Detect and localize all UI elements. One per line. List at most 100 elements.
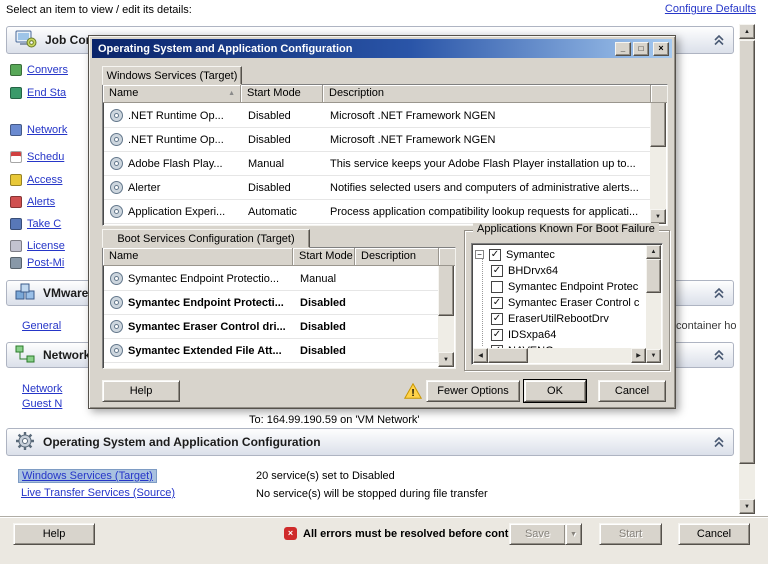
fewer-options-button[interactable]: Fewer Options — [426, 380, 520, 402]
scroll-down-icon[interactable]: ▼ — [739, 499, 755, 514]
tree-item-row[interactable]: Symantec Endpoint Protec — [491, 279, 638, 294]
collapse-chevron-icon[interactable] — [713, 35, 725, 46]
collapse-chevron-icon[interactable] — [713, 437, 725, 448]
scroll-up-icon[interactable]: ▲ — [739, 24, 755, 39]
service-gear-icon — [110, 157, 123, 170]
column-header-start-mode[interactable]: Start Mode — [241, 85, 323, 103]
tree-item-label[interactable]: BHDrvx64 — [508, 265, 558, 277]
table-row[interactable]: .NET Runtime Op... Disabled Microsoft .N… — [104, 104, 650, 128]
checkbox[interactable] — [491, 281, 503, 293]
scroll-down-icon[interactable]: ▼ — [650, 209, 666, 224]
table-row[interactable]: Adobe Flash Play... Manual This service … — [104, 152, 650, 176]
sidebar-link-alerts[interactable]: Alerts — [27, 196, 55, 208]
save-dropdown-button[interactable]: ▼ — [565, 523, 582, 545]
table-row[interactable]: .NET Runtime Op... Disabled Microsoft .N… — [104, 128, 650, 152]
windows-services-link[interactable]: Windows Services (Target) — [18, 469, 157, 483]
column-header-name[interactable]: Name — [103, 248, 293, 266]
cell-name: Application Experi... — [128, 206, 225, 218]
table-row[interactable]: Symantec Eraser Control dri... Disabled — [104, 315, 438, 339]
sidebar-link-end-states[interactable]: End Sta — [27, 87, 66, 99]
sidebar-link-take-control[interactable]: Take C — [27, 218, 61, 230]
tree-item-row[interactable]: ✓ EraserUtilRebootDrv — [491, 311, 609, 326]
column-header-description[interactable]: Description — [355, 248, 439, 266]
tree-item-label[interactable]: EraserUtilRebootDrv — [508, 313, 609, 325]
collapse-chevron-icon[interactable] — [713, 350, 725, 361]
tree-item-row[interactable]: ✓ Symantec Eraser Control c — [491, 295, 639, 310]
table-row[interactable]: Symantec Extended File Att... Disabled — [104, 339, 438, 363]
schedule-icon — [10, 151, 22, 163]
tree-item-label[interactable]: Symantec — [506, 249, 555, 261]
guest-nic-link[interactable]: Guest N — [22, 398, 62, 410]
general-link[interactable]: General — [22, 320, 61, 332]
end-states-icon — [10, 87, 22, 99]
cell-start-mode: Disabled — [294, 345, 356, 357]
access-icon — [10, 174, 22, 186]
scroll-down-icon[interactable]: ▼ — [438, 352, 454, 367]
configure-defaults-link[interactable]: Configure Defaults — [665, 3, 756, 15]
sidebar-link-license[interactable]: License — [27, 240, 65, 252]
help-button[interactable]: Help — [13, 523, 95, 545]
sidebar-link-access[interactable]: Access — [27, 174, 62, 186]
svg-text:!: ! — [411, 388, 414, 399]
column-header-description[interactable]: Description — [323, 85, 651, 103]
table-row[interactable]: Symantec Endpoint Protectio... Manual — [104, 267, 438, 291]
tree-root-row[interactable]: − ✓ Symantec — [475, 247, 555, 262]
cell-start-mode: Disabled — [242, 110, 324, 122]
scrollbar-thumb[interactable] — [438, 264, 454, 316]
cell-start-mode: Disabled — [242, 134, 324, 146]
scroll-right-icon[interactable]: ▶ — [631, 348, 646, 363]
table-row[interactable]: Application Experi... Automatic Process … — [104, 200, 650, 224]
dialog-cancel-button[interactable]: Cancel — [598, 380, 666, 402]
tab-windows-services[interactable]: Windows Services (Target) — [102, 66, 242, 85]
column-header-start-mode[interactable]: Start Mode — [293, 248, 355, 266]
checkbox[interactable]: ✓ — [491, 297, 503, 309]
scrollbar-vertical[interactable]: ▲ ▼ — [438, 249, 454, 367]
network-config-icon — [10, 124, 22, 136]
scroll-up-icon[interactable]: ▲ — [646, 245, 661, 259]
sidebar-link-conversion[interactable]: Convers — [27, 64, 68, 76]
dialog-help-button[interactable]: Help — [102, 380, 180, 402]
tab-boot-services[interactable]: Boot Services Configuration (Target) — [102, 229, 310, 248]
tree-item-label[interactable]: Symantec Eraser Control c — [508, 297, 639, 309]
collapse-chevron-icon[interactable] — [713, 288, 725, 299]
sidebar-link-post-migration[interactable]: Post-Mi — [27, 257, 64, 269]
table-row[interactable]: Alerter Disabled Notifies selected users… — [104, 176, 650, 200]
scroll-left-icon[interactable]: ◀ — [473, 348, 488, 363]
cell-start-mode: Disabled — [294, 297, 356, 309]
tree-item-label[interactable]: Symantec Endpoint Protec — [508, 281, 638, 293]
checkbox[interactable]: ✓ — [491, 329, 503, 341]
tree-item-row[interactable]: ✓ BHDrvx64 — [491, 263, 558, 278]
scrollbar-vertical[interactable]: ▲ ▼ — [646, 245, 661, 363]
job-configuration-icon — [15, 29, 37, 52]
scrollbar-vertical[interactable]: ▲ ▼ — [650, 86, 666, 224]
scrollbar-thumb[interactable] — [488, 348, 528, 363]
page-scrollbar[interactable]: ▲ ▼ — [739, 24, 755, 514]
scrollbar-thumb[interactable] — [646, 259, 661, 293]
tree-collapse-icon[interactable]: − — [475, 250, 484, 259]
save-button[interactable]: Save — [509, 523, 566, 545]
section-header-os-config[interactable]: Operating System and Application Configu… — [6, 428, 734, 456]
column-header-name[interactable]: Name▲ — [103, 85, 241, 103]
start-button[interactable]: Start — [599, 523, 662, 545]
live-transfer-services-link[interactable]: Live Transfer Services (Source) — [21, 487, 175, 499]
scrollbar-thumb[interactable] — [650, 101, 666, 147]
checkbox[interactable]: ✓ — [491, 313, 503, 325]
network-link[interactable]: Network — [22, 383, 62, 395]
cell-start-mode: Automatic — [242, 206, 324, 218]
ok-button[interactable]: OK — [524, 380, 586, 402]
tree-item-row[interactable]: ✓ IDSxpa64 — [491, 327, 556, 342]
checkbox[interactable]: ✓ — [491, 265, 503, 277]
table-body: Symantec Endpoint Protectio... Manual Sy… — [104, 267, 438, 367]
sidebar-link-network[interactable]: Network — [27, 124, 67, 136]
table-row[interactable]: Symantec Endpoint Protecti... Disabled — [104, 291, 438, 315]
sidebar-link-schedule[interactable]: Schedu — [27, 151, 64, 163]
scroll-down-icon[interactable]: ▼ — [646, 349, 661, 363]
live-transfer-detail: No service(s) will be stopped during fil… — [256, 488, 488, 500]
section-title-os-config: Operating System and Application Configu… — [43, 435, 321, 449]
service-gear-icon — [110, 320, 123, 333]
tree-item-label[interactable]: IDSxpa64 — [508, 329, 556, 341]
cancel-button[interactable]: Cancel — [678, 523, 750, 545]
scrollbar-horizontal[interactable]: ◀ ▶ — [473, 348, 646, 363]
checkbox-symantec[interactable]: ✓ — [489, 249, 501, 261]
page-scrollbar-thumb[interactable] — [739, 40, 755, 464]
